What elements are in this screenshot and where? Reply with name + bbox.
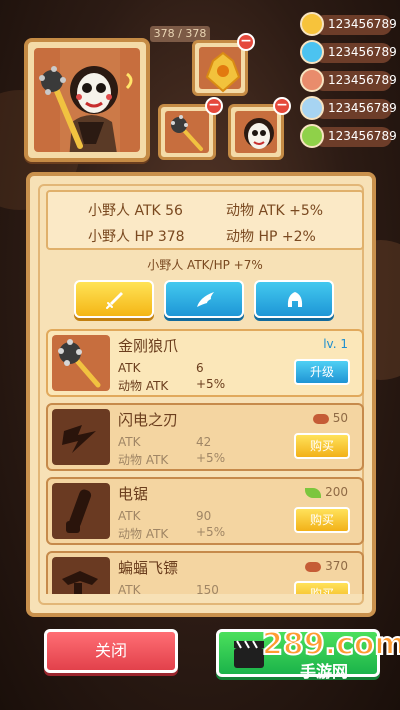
item-stat-value: 90 <box>196 509 212 523</box>
item-name: 金刚狼爪 <box>118 337 179 355</box>
character-portrait-bg <box>34 48 140 152</box>
list-item[interactable]: 电锯 ATK 90 动物 ATK +5% 200 购买 <box>46 477 364 545</box>
leaf-icon <box>300 124 324 148</box>
item-stat-label: ATK <box>118 509 141 523</box>
chainsaw-icon <box>66 489 92 533</box>
armor-icon <box>205 51 241 93</box>
leaf-icon <box>305 487 322 498</box>
watermark-text: 手游网 <box>300 662 349 681</box>
item-image <box>52 409 110 465</box>
item-cost-value: 50 <box>332 411 348 425</box>
tab-armor[interactable] <box>254 280 334 318</box>
remove-icon[interactable]: − <box>237 33 255 51</box>
buy-button[interactable]: 购买 <box>294 433 350 459</box>
bone-icon <box>305 561 322 572</box>
item-cost-value: 200 <box>325 485 348 499</box>
resource-leaf: 123456789 <box>300 124 397 148</box>
list-item[interactable]: 闪电之刃 ATK 42 动物 ATK +5% 50 购买 <box>46 403 364 471</box>
item-image <box>52 483 110 539</box>
resource-value: 123456789 <box>328 73 397 87</box>
item-stat-label: ATK <box>118 583 141 594</box>
wing-icon <box>197 292 214 307</box>
item-stat-value: 150 <box>196 583 219 594</box>
resource-value: 123456789 <box>328 101 397 115</box>
stats-box: 小野人 ATK 56 动物 ATK +5% 小野人 HP 378 动物 HP +… <box>46 190 364 250</box>
stat-hp: 小野人 HP 378 <box>88 229 185 245</box>
resource-value: 123456789 <box>328 45 397 59</box>
item-stat-value: 6 <box>196 361 204 375</box>
resource-bone: 123456789 <box>300 68 397 92</box>
mask-icon <box>244 118 274 149</box>
slot-bg <box>199 47 241 93</box>
remove-icon[interactable]: − <box>205 97 223 115</box>
item-bonus-value: +5% <box>196 377 226 391</box>
helmet-icon <box>287 292 303 307</box>
remove-icon[interactable]: − <box>273 97 291 115</box>
buy-button[interactable]: 购买 <box>294 507 350 533</box>
item-name: 电锯 <box>118 485 149 503</box>
resource-list: 123456789 123456789 123456789 123456789 … <box>300 12 397 152</box>
item-cost-value: 370 <box>325 559 348 573</box>
item-cost: 50 <box>312 411 348 425</box>
item-image <box>52 557 110 594</box>
bone-icon <box>300 68 324 92</box>
combo-bonus: 小野人 ATK/HP +7% <box>147 258 263 272</box>
item-stat-label: ATK <box>118 361 141 375</box>
close-button[interactable]: 关闭 <box>44 629 178 673</box>
tab-weapon[interactable] <box>74 280 154 318</box>
item-cost: 200 <box>305 485 348 499</box>
claw-weapon-icon <box>171 115 203 151</box>
item-stat-value: 42 <box>196 435 212 449</box>
slot-armor[interactable]: − <box>192 33 255 96</box>
character-icon <box>39 48 133 152</box>
stat-animal-hp: 动物 HP +2% <box>226 229 316 245</box>
item-level: lv. 1 <box>323 337 348 351</box>
tab-wing[interactable] <box>164 280 244 318</box>
item-bonus-label: 动物 ATK <box>118 527 169 541</box>
item-bonus-value: +5% <box>196 525 226 539</box>
slot-mask[interactable]: − <box>228 97 291 160</box>
list-item[interactable]: 金刚狼爪 ATK 6 动物 ATK +5% lv. 1 升级 <box>46 329 364 397</box>
item-name: 蝙蝠飞镖 <box>118 559 179 577</box>
slot-weapon[interactable]: − <box>158 97 223 160</box>
item-list[interactable]: 金刚狼爪 ATK 6 动物 ATK +5% lv. 1 升级 闪电之刃 ATK … <box>46 329 364 594</box>
item-bonus-label: 动物 ATK <box>118 453 169 467</box>
upgrade-button[interactable]: 升级 <box>294 359 350 385</box>
coin-icon <box>300 12 324 36</box>
bone-icon <box>312 413 329 424</box>
item-cost: 370 <box>305 559 348 573</box>
resource-value: 123456789 <box>328 129 397 143</box>
blade-icon <box>300 96 324 120</box>
item-stat-label: ATK <box>118 435 141 449</box>
buy-button[interactable]: 购买 <box>294 581 350 594</box>
gem-icon <box>300 40 324 64</box>
bat-dart-icon <box>62 571 98 594</box>
equipment-panel: 小野人 ATK 56 动物 ATK +5% 小野人 HP 378 动物 HP +… <box>26 172 376 617</box>
claw-weapon-icon <box>58 339 101 388</box>
slot-bg <box>165 111 209 153</box>
stat-atk: 小野人 ATK 56 <box>88 203 183 219</box>
sword-icon <box>106 292 123 309</box>
item-bonus-value: +5% <box>196 451 226 465</box>
resource-gem: 123456789 <box>300 40 397 64</box>
lightning-blade-icon <box>62 425 96 453</box>
resource-coin: 123456789 <box>300 12 397 36</box>
resource-blade: 123456789 <box>300 96 397 120</box>
character-portrait[interactable] <box>24 38 150 162</box>
item-name: 闪电之刃 <box>118 411 179 429</box>
list-item[interactable]: 蝙蝠飞镖 ATK 150 370 购买 <box>46 551 364 594</box>
resource-value: 123456789 <box>328 17 397 31</box>
item-bonus-label: 动物 ATK <box>118 379 169 393</box>
watermark-logo: 289.com <box>261 626 400 663</box>
slot-bg <box>235 111 277 153</box>
stat-animal-atk: 动物 ATK +5% <box>226 203 324 219</box>
item-image <box>52 335 110 391</box>
